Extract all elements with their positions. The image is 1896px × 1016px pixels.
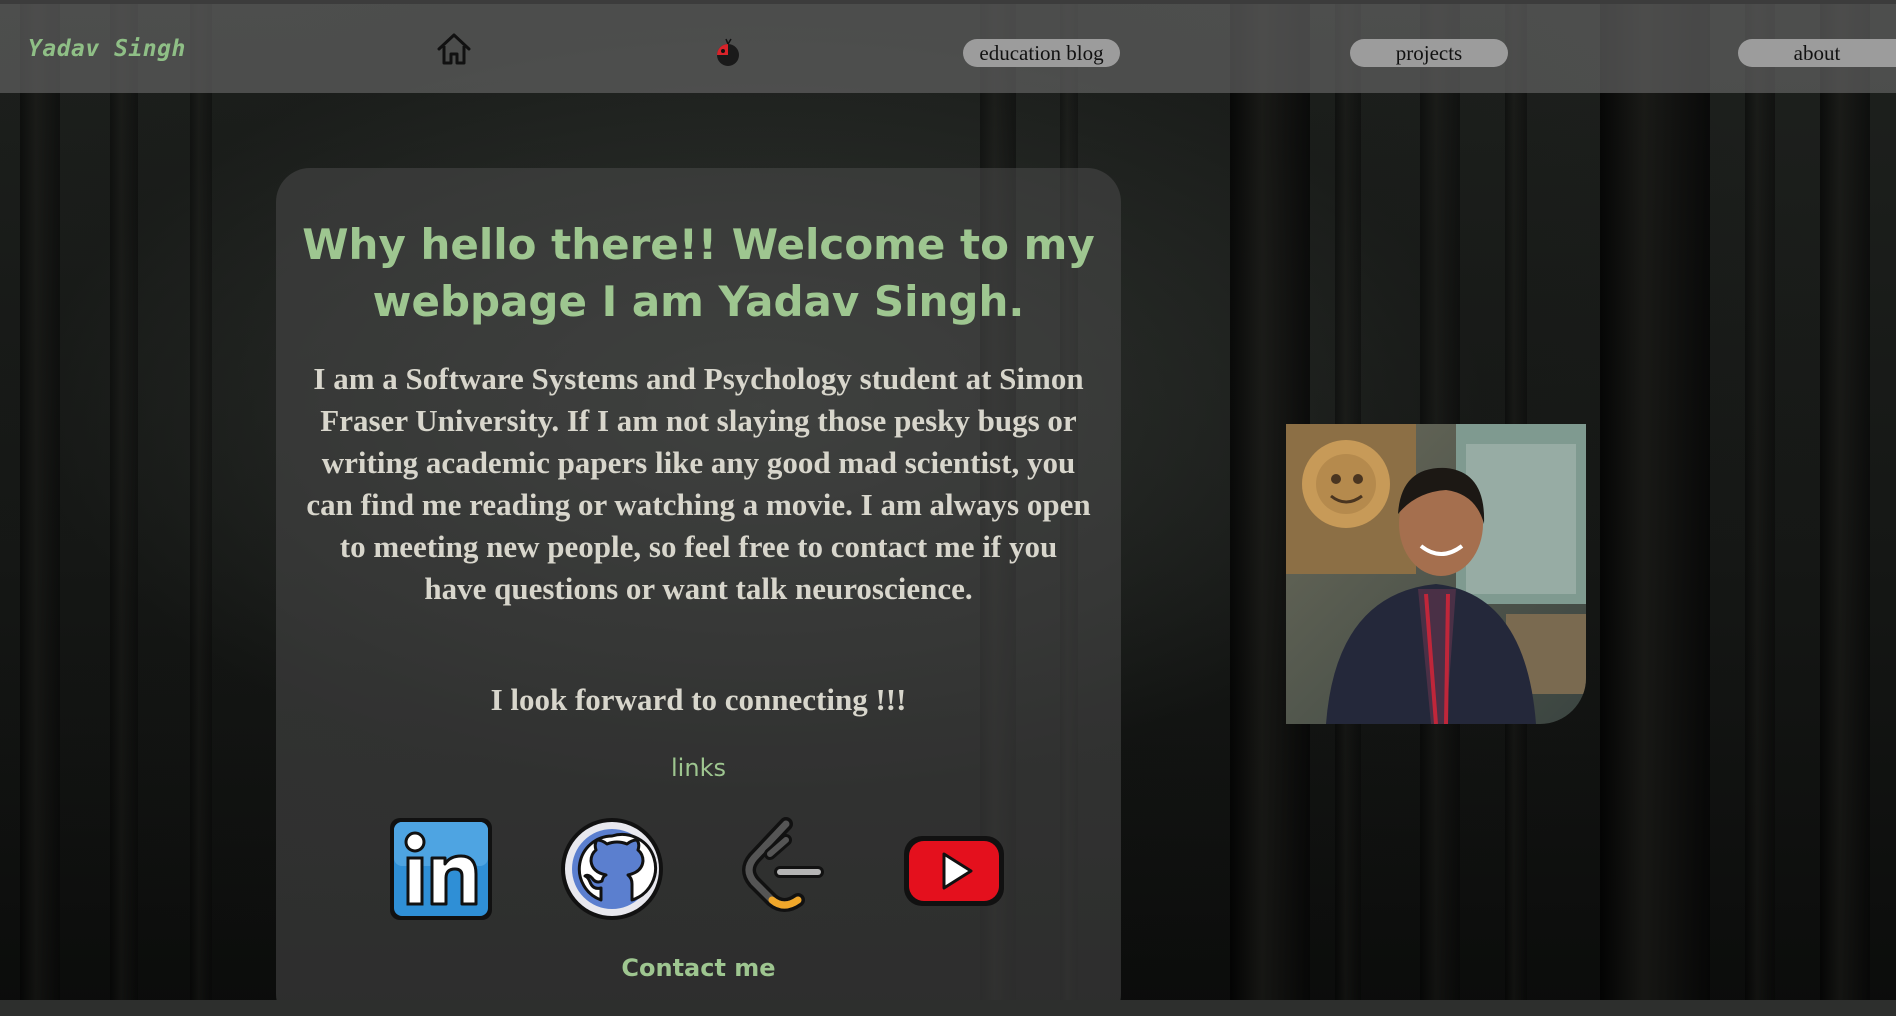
youtube-icon[interactable]	[899, 814, 1009, 924]
intro-card: Why hello there!! Welcome to my webpage …	[276, 168, 1121, 1016]
leetcode-icon[interactable]	[728, 814, 838, 924]
profile-photo	[1286, 424, 1586, 724]
linkedin-icon[interactable]	[386, 814, 496, 924]
bio-paragraph: I am a Software Systems and Psychology s…	[306, 361, 1091, 606]
github-icon[interactable]	[557, 814, 667, 924]
links-heading: links	[671, 754, 726, 782]
closing-text: I look forward to connecting !!!	[490, 682, 907, 717]
top-navbar: Yadav Singh education blog projects abou…	[0, 0, 1896, 93]
welcome-headline: Why hello there!! Welcome to my webpage …	[302, 220, 1095, 326]
site-brand[interactable]: Yadav Singh	[28, 36, 186, 62]
contact-heading[interactable]: Contact me	[276, 954, 1121, 982]
home-icon[interactable]	[436, 32, 472, 66]
bottom-bar	[0, 1000, 1896, 1016]
nav-about[interactable]: about	[1738, 39, 1896, 67]
ladybug-icon[interactable]	[714, 38, 742, 68]
nav-education-blog[interactable]: education blog	[963, 39, 1120, 67]
nav-projects[interactable]: projects	[1350, 39, 1508, 67]
